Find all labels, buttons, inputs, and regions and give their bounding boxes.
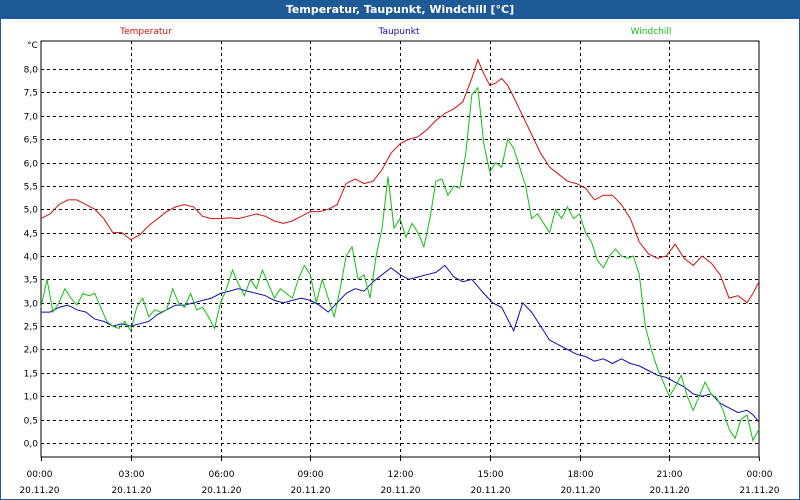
x-tick-date: 20.11.20 bbox=[560, 486, 600, 496]
y-tick-label: 5,0 bbox=[24, 206, 39, 216]
y-tick-label: 6,0 bbox=[24, 160, 39, 170]
chart-canvas: 0,0 0,5 1,0 1,5 2,0 2,5 3,0 3,5 4,0 4,5 5,0 5,5 6,0 6… bbox=[19, 27, 779, 496]
x-tick-time: 03:00 bbox=[119, 470, 145, 480]
x-tick-date: 20.11.20 bbox=[111, 486, 151, 496]
x-tick-date: 20.11.20 bbox=[470, 486, 510, 496]
x-tick-time: 21:00 bbox=[657, 470, 683, 480]
y-tick-label: 0,0 bbox=[24, 440, 39, 450]
y-tick-label: 7,0 bbox=[24, 113, 39, 123]
x-tick-time: 00:00 bbox=[747, 470, 773, 480]
x-tick-time: 00:00 bbox=[27, 470, 53, 480]
y-axis-label: °C bbox=[27, 41, 38, 51]
x-tick-time: 09:00 bbox=[298, 470, 324, 480]
x-tick-date: 20.11.20 bbox=[649, 486, 689, 496]
y-tick-label: 5,5 bbox=[24, 183, 38, 193]
x-tick-date: 20.11.20 bbox=[290, 486, 330, 496]
y-tick-label: 2,0 bbox=[24, 346, 39, 356]
y-tick-label: 1,0 bbox=[24, 393, 39, 403]
y-tick-label: 4,0 bbox=[24, 253, 39, 263]
y-tick-label: 6,5 bbox=[24, 136, 38, 146]
y-tick-label: 7,5 bbox=[24, 89, 38, 99]
legend-taupunkt: Taupunkt bbox=[377, 27, 420, 37]
y-tick-label: 1,5 bbox=[24, 370, 38, 380]
legend-windchill: Windchill bbox=[631, 27, 672, 37]
y-tick-label: 4,5 bbox=[24, 230, 38, 240]
x-tick-time: 18:00 bbox=[568, 470, 594, 480]
legend-temperatur: Temperatur bbox=[119, 27, 172, 37]
y-tick-label: 8,0 bbox=[24, 66, 39, 76]
x-tick-time: 12:00 bbox=[388, 470, 414, 480]
x-tick-time: 06:00 bbox=[209, 470, 235, 480]
chart-window: Temperatur, Taupunkt, Windchill [°C] 0,0… bbox=[0, 0, 800, 500]
x-tick-date: 20.11.20 bbox=[201, 486, 241, 496]
x-tick-date: 20.11.20 bbox=[380, 486, 420, 496]
y-tick-label: 2,5 bbox=[24, 323, 38, 333]
y-tick-label: 3,0 bbox=[24, 300, 39, 310]
x-tick-date: 20.11.20 bbox=[19, 486, 59, 496]
x-tick-time: 15:00 bbox=[478, 470, 504, 480]
y-tick-label: 3,5 bbox=[24, 276, 38, 286]
x-tick-date: 21.11.20 bbox=[739, 486, 779, 496]
y-tick-label: 0,5 bbox=[24, 417, 38, 427]
